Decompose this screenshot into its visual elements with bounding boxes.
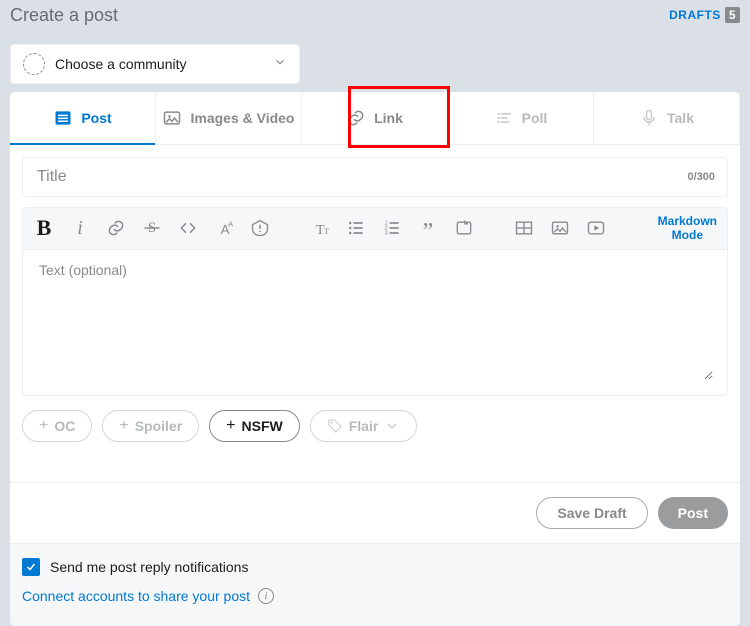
- page-title: Create a post: [10, 5, 118, 26]
- check-icon: [25, 561, 37, 573]
- svg-text:3: 3: [385, 231, 388, 237]
- nsfw-tag-button[interactable]: + NSFW: [209, 410, 300, 442]
- italic-button[interactable]: i: [69, 217, 91, 239]
- tab-talk: Talk: [594, 92, 740, 144]
- notify-checkbox-row[interactable]: Send me post reply notifications: [22, 558, 728, 576]
- plus-icon: +: [119, 417, 128, 435]
- tab-post[interactable]: Post: [10, 92, 156, 144]
- tab-label: Post: [81, 110, 111, 126]
- connect-accounts-link[interactable]: Connect accounts to share your post i: [22, 588, 728, 604]
- code-block-button[interactable]: [453, 217, 475, 239]
- tab-poll: Poll: [448, 92, 594, 144]
- drafts-label: DRAFTS: [669, 8, 721, 22]
- chevron-down-icon: [384, 418, 400, 434]
- drafts-count: 5: [725, 7, 740, 23]
- svg-text:A: A: [228, 220, 233, 229]
- svg-text:T: T: [324, 227, 329, 236]
- video-button[interactable]: [585, 217, 607, 239]
- post-button: Post: [658, 497, 728, 529]
- drafts-button[interactable]: DRAFTS 5: [669, 7, 740, 23]
- chevron-down-icon: [273, 55, 287, 74]
- tab-label: Images & Video: [190, 110, 294, 126]
- image-button[interactable]: [549, 217, 571, 239]
- plus-icon: +: [226, 417, 235, 435]
- community-placeholder: Choose a community: [55, 56, 187, 72]
- oc-tag-button: + OC: [22, 410, 92, 442]
- action-row: Save Draft Post: [10, 482, 740, 543]
- spoiler-button[interactable]: [249, 217, 271, 239]
- plus-icon: +: [39, 417, 48, 435]
- superscript-button[interactable]: AA: [213, 217, 235, 239]
- flair-tag-button: Flair: [310, 410, 418, 442]
- link-button[interactable]: [105, 217, 127, 239]
- notify-label: Send me post reply notifications: [50, 559, 248, 575]
- strike-button[interactable]: S: [141, 217, 163, 239]
- notify-checkbox[interactable]: [22, 558, 40, 576]
- table-button[interactable]: [513, 217, 535, 239]
- bullet-list-button[interactable]: [345, 217, 367, 239]
- community-avatar-placeholder: [23, 53, 45, 75]
- info-icon: i: [258, 588, 274, 604]
- tab-label: Talk: [667, 110, 694, 126]
- post-form-card: Post Images & Video Link Poll Talk 0/300…: [10, 92, 740, 626]
- title-counter: 0/300: [687, 171, 715, 183]
- markdown-mode-toggle[interactable]: Markdown Mode: [658, 214, 717, 243]
- tab-label: Link: [374, 110, 403, 126]
- community-picker[interactable]: Choose a community: [10, 44, 300, 84]
- spoiler-tag-button: + Spoiler: [102, 410, 199, 442]
- post-type-tabs: Post Images & Video Link Poll Talk: [10, 92, 740, 145]
- tab-label: Poll: [522, 110, 548, 126]
- body-textarea[interactable]: [37, 260, 713, 380]
- tab-images-video[interactable]: Images & Video: [156, 92, 302, 144]
- number-list-button[interactable]: 123: [381, 217, 403, 239]
- heading-button[interactable]: TT: [309, 217, 331, 239]
- tab-link[interactable]: Link: [302, 92, 448, 144]
- footer-options: Send me post reply notifications Connect…: [10, 543, 740, 626]
- quote-button[interactable]: ”: [417, 217, 439, 239]
- editor-toolbar: B i S AA TT: [23, 208, 727, 250]
- save-draft-button[interactable]: Save Draft: [536, 497, 647, 529]
- title-input[interactable]: [35, 167, 687, 187]
- body-editor: B i S AA TT: [22, 207, 728, 396]
- title-field-wrap: 0/300: [22, 157, 728, 197]
- bold-button[interactable]: B: [33, 217, 55, 239]
- tag-row: + OC + Spoiler + NSFW Flair: [22, 410, 728, 442]
- tag-icon: [327, 418, 343, 434]
- inline-code-button[interactable]: [177, 217, 199, 239]
